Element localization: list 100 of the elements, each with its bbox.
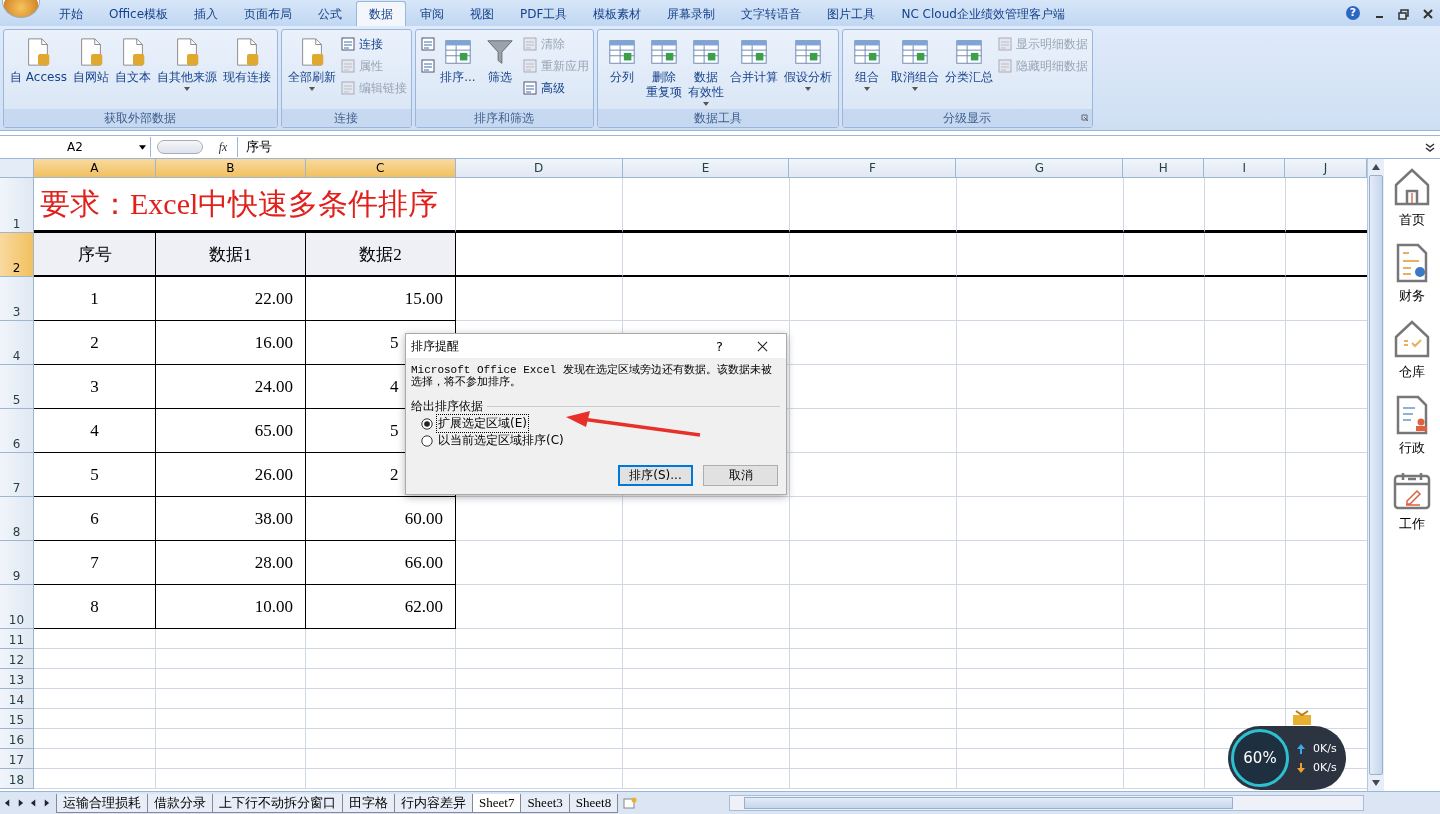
horizontal-scrollbar[interactable] (729, 795, 1364, 811)
row-header[interactable]: 10 (0, 585, 34, 629)
sidebar-item[interactable]: 首页 (1392, 167, 1432, 229)
house-icon (1392, 167, 1432, 207)
row-header[interactable]: 15 (0, 709, 34, 729)
row-header[interactable]: 8 (0, 497, 34, 541)
row-header[interactable]: 12 (0, 649, 34, 669)
close-icon[interactable] (757, 340, 768, 352)
radio-button[interactable] (421, 417, 433, 430)
column-header[interactable]: B (155, 159, 306, 178)
ribbon-button[interactable]: 自文本 (112, 32, 153, 109)
formula-field[interactable]: 序号 (237, 137, 1420, 157)
row-header[interactable]: 17 (0, 749, 34, 769)
scroll-down-icon[interactable] (1372, 780, 1381, 786)
column-header[interactable]: J (1285, 159, 1368, 178)
radio-button[interactable] (421, 434, 433, 447)
ribbon-button[interactable]: 高级 (521, 79, 589, 97)
row-header[interactable]: 13 (0, 669, 34, 689)
ribbon-button[interactable]: 自网站 (70, 32, 111, 109)
sheet-tab[interactable]: 行内容差异 (394, 793, 473, 813)
restore-icon[interactable] (1398, 8, 1410, 20)
row-header[interactable]: 1 (0, 178, 34, 233)
menu-tab[interactable]: 模板素材 (581, 2, 654, 26)
expand-icon[interactable] (1424, 141, 1436, 153)
column-header[interactable]: F (789, 159, 957, 178)
table-cell: 6 (90, 508, 99, 529)
sheet-tab[interactable]: 田字格 (342, 793, 395, 813)
sidebar-item[interactable]: 仓库 (1392, 319, 1432, 381)
ribbon-button[interactable]: 合并计算 (727, 32, 780, 109)
sheet-tab[interactable]: 上下行不动拆分窗口 (212, 793, 343, 813)
row-header[interactable]: 7 (0, 453, 34, 497)
menu-tab[interactable]: 图片工具 (815, 2, 888, 26)
table-cell: 28.00 (254, 552, 293, 573)
row-header[interactable]: 4 (0, 321, 34, 365)
dialog-button[interactable]: 排序(S)... (618, 465, 693, 486)
sheet-tab[interactable]: Sheet3 (520, 793, 570, 813)
sidebar-item[interactable]: 工作 (1392, 471, 1432, 533)
column-header[interactable]: C (305, 159, 456, 178)
column-header[interactable]: G (956, 159, 1124, 178)
column-header[interactable]: I (1204, 159, 1286, 178)
name-box[interactable]: A2 (0, 137, 151, 157)
row-header[interactable]: 3 (0, 277, 34, 321)
row-header[interactable]: 16 (0, 729, 34, 749)
menu-tab[interactable]: NC Cloud企业绩效管理客户端 (889, 2, 1077, 26)
radio-label[interactable]: 以当前选定区域排序(C) (436, 431, 566, 450)
menu-tab[interactable]: 文字转语音 (729, 2, 814, 26)
help-button[interactable]: ? (716, 338, 723, 354)
table-cell: 60.00 (404, 508, 443, 529)
insert-function-button[interactable]: fx (209, 139, 237, 155)
row-header[interactable]: 6 (0, 409, 34, 453)
row-header[interactable]: 18 (0, 769, 34, 789)
ribbon-button[interactable]: 组合 (846, 32, 887, 109)
radio-label[interactable]: 扩展选定区域(E) (436, 414, 529, 433)
menu-tab[interactable]: 视图 (458, 2, 507, 26)
menu-tab[interactable]: 公式 (306, 2, 355, 26)
ribbon-button[interactable]: 连接 (339, 35, 407, 53)
menu-tab[interactable]: 开始 (47, 2, 95, 26)
ribbon-button[interactable]: 删除 重复项 (643, 32, 684, 109)
sheet-tab[interactable]: 借款分录 (147, 793, 213, 813)
row-header[interactable]: 9 (0, 541, 34, 585)
menu-tab[interactable]: 页面布局 (232, 2, 305, 26)
row-header[interactable]: 14 (0, 689, 34, 709)
ribbon-button[interactable]: 取消组合 (888, 32, 941, 109)
sidebar-item[interactable]: 财务 (1392, 243, 1432, 305)
column-header[interactable]: E (622, 159, 790, 178)
sheet-tab[interactable]: 运输合理损耗 (56, 793, 148, 813)
ribbon-button[interactable]: 现有连接 (220, 32, 273, 109)
ribbon-button[interactable] (419, 35, 436, 53)
dialog-button[interactable]: 取消 (703, 465, 778, 486)
ribbon-button[interactable]: 自 Access (8, 32, 69, 109)
menu-tab[interactable]: Office模板 (97, 2, 181, 26)
ribbon-button[interactable] (419, 57, 436, 75)
ribbon-button[interactable]: 全部刷新 (285, 32, 338, 109)
sidebar-item[interactable]: 行政 (1392, 395, 1432, 457)
sheet-tab[interactable]: Sheet7 (472, 793, 522, 813)
menu-tab[interactable]: 屏幕录制 (655, 2, 728, 26)
ribbon-button[interactable]: 分列 (601, 32, 642, 109)
ribbon-button[interactable]: 排序... (437, 32, 478, 109)
column-header[interactable]: D (455, 159, 623, 178)
dialog-launcher-icon[interactable] (1080, 114, 1089, 122)
vertical-scrollbar[interactable] (1367, 159, 1385, 791)
row-header[interactable]: 5 (0, 365, 34, 409)
menu-tab[interactable]: PDF工具 (508, 2, 580, 26)
column-header[interactable]: A (34, 159, 156, 178)
column-header[interactable]: H (1123, 159, 1205, 178)
ribbon-button[interactable]: 数据 有效性 (685, 32, 726, 109)
menu-tab[interactable]: 审阅 (408, 2, 457, 26)
ribbon-button[interactable]: 假设分析 (781, 32, 834, 109)
ribbon-button[interactable]: 筛选 (479, 32, 520, 109)
menu-tab[interactable]: 数据 (356, 1, 407, 26)
row-header[interactable]: 2 (0, 233, 34, 277)
help-button[interactable]: ? (1346, 6, 1360, 20)
ribbon-button[interactable]: 自其他来源 (154, 32, 219, 109)
menu-tab[interactable]: 插入 (182, 2, 231, 26)
sheet-tab[interactable]: Sheet8 (568, 793, 619, 813)
row-header[interactable]: 11 (0, 629, 34, 649)
ribbon-button[interactable]: 分类汇总 (942, 32, 995, 109)
table-cell: 1 (90, 288, 99, 309)
scroll-up-icon[interactable] (1372, 164, 1381, 170)
close-icon[interactable] (1422, 8, 1434, 20)
